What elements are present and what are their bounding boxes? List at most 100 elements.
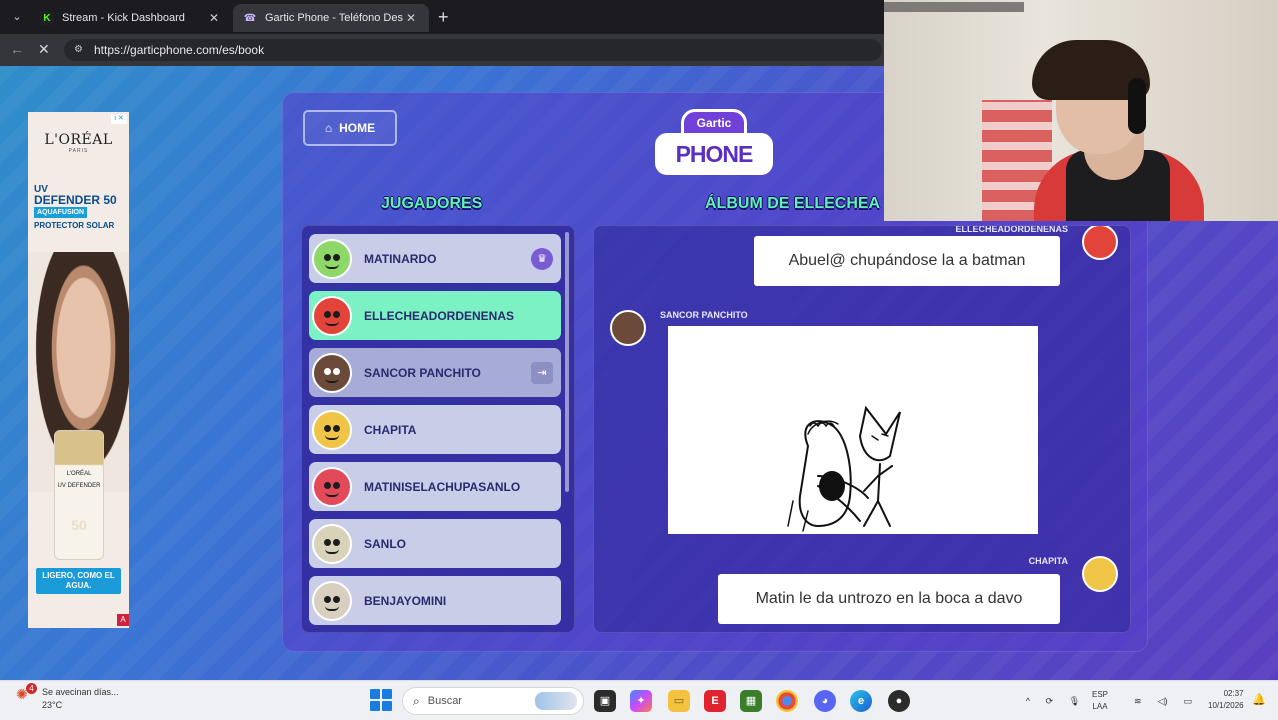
crown-icon: ♛ xyxy=(531,247,553,270)
site-info-icon[interactable]: ⚙ xyxy=(74,44,86,56)
tray-sync-icon[interactable]: ⟳ xyxy=(1046,696,1054,707)
weather-widget[interactable]: ✺ 4 Se avecinan días... 23°C xyxy=(16,683,119,712)
player-row[interactable]: MATINARDO ♛ xyxy=(309,234,561,283)
minecraft-icon[interactable]: ▦ xyxy=(740,690,762,712)
exit-icon: ⇥ xyxy=(531,361,553,384)
logo-main-box: PHONE xyxy=(655,133,773,175)
album-text-entry: Matin le da untrozo en la boca a davo xyxy=(718,574,1060,624)
player-avatar xyxy=(312,580,352,621)
weather-icon: ✺ 4 xyxy=(16,683,37,706)
players-heading: JUGADORES xyxy=(381,195,483,212)
player-avatar xyxy=(312,352,352,393)
home-icon: ⌂ xyxy=(324,121,333,135)
author-avatar xyxy=(1082,556,1118,592)
file-explorer-icon[interactable]: ▭ xyxy=(668,690,690,712)
clock[interactable]: 02:37 10/1/2026 xyxy=(1208,688,1244,712)
wifi-icon: ≋ xyxy=(1134,695,1142,706)
gartic-icon: ☎ xyxy=(243,12,257,24)
clock-date: 10/1/2026 xyxy=(1208,701,1244,710)
home-button[interactable]: ⌂ HOME xyxy=(303,110,397,146)
player-row[interactable]: SANCOR PANCHITO ⇥ xyxy=(309,348,561,397)
url-field[interactable]: ⚙ https://garticphone.com/es/book xyxy=(64,39,882,61)
player-row[interactable]: SANLO xyxy=(309,519,561,568)
player-row[interactable]: MATINISELACHUPASANLO xyxy=(309,462,561,511)
player-row-active[interactable]: ELLECHEADORDENENAS xyxy=(309,291,561,340)
ad-product-title: UV DEFENDER 50 AQUAFUSION PROTECTOR SOLA… xyxy=(34,184,124,231)
player-avatar xyxy=(312,466,352,507)
player-name: CHAPITA xyxy=(364,422,417,437)
edge-icon[interactable]: e xyxy=(850,690,872,712)
windows-start-icon[interactable] xyxy=(370,689,392,711)
weather-badge: 4 xyxy=(26,683,37,694)
players-list[interactable]: MATINARDO ♛ ELLECHEADORDENENAS SANCOR PA… xyxy=(301,225,575,633)
webcam-overlay xyxy=(884,0,1278,221)
tab-label: Stream - Kick Dashboard xyxy=(62,12,185,24)
player-name: ELLECHEADORDENENAS xyxy=(364,308,515,323)
tab-kick-dashboard[interactable]: K Stream - Kick Dashboard ✕ xyxy=(30,4,232,32)
search-icon: ⌕ xyxy=(413,693,420,708)
gartic-phone-logo: Gartic PHONE xyxy=(655,109,773,183)
adchoices-icon[interactable]: A xyxy=(117,614,129,626)
bottle-brand: L'ORÉAL xyxy=(66,471,92,477)
search-highlight-image xyxy=(535,692,577,710)
volume-icon: ◁) xyxy=(1157,695,1168,706)
tray-chevron-icon[interactable]: ^ xyxy=(1026,696,1030,706)
quick-settings[interactable]: ≋ ◁) ▭ xyxy=(1126,681,1200,720)
ad-slogan: LIGERO, COMO EL AGUA. xyxy=(36,568,121,594)
new-tab-plus-icon[interactable]: + xyxy=(438,7,449,28)
mic-icon[interactable]: 🎙 xyxy=(1069,696,1080,707)
tab-close-icon[interactable]: ✕ xyxy=(206,11,222,25)
copilot-icon[interactable]: ✦ xyxy=(630,690,652,712)
kick-icon: K xyxy=(40,11,54,25)
battery-icon: ▭ xyxy=(1183,695,1192,706)
ad-brand-sub: PARIS xyxy=(68,148,89,154)
album-author: CHAPITA xyxy=(1028,556,1068,566)
ad-line3: AQUAFUSION xyxy=(34,207,88,218)
players-scrollbar[interactable] xyxy=(565,232,569,492)
ad-brand: L'ORÉAL xyxy=(44,132,113,148)
bottle-spf: 50 xyxy=(71,517,87,533)
weather-text: Se avecinan días... 23°C xyxy=(42,686,119,712)
discord-icon[interactable]: ◕ xyxy=(814,690,836,712)
tab-search-chevron-icon[interactable]: ⌄ xyxy=(6,6,28,28)
tab-gartic-phone[interactable]: ☎ Gartic Phone - Teléfono Descomp ✕ xyxy=(233,4,429,32)
album-drawing xyxy=(668,326,1038,534)
player-name: SANCOR PANCHITO xyxy=(364,365,481,380)
language-indicator[interactable]: ESP LAA xyxy=(1092,689,1108,713)
author-avatar xyxy=(1082,226,1118,260)
logo-main-text: PHONE xyxy=(675,140,754,167)
notifications-icon[interactable]: 🔔 xyxy=(1250,691,1268,709)
player-name: MATINISELACHUPASANLO xyxy=(364,479,521,494)
player-row[interactable]: BENJAYOMINI xyxy=(309,576,561,625)
stop-loading-icon[interactable]: ✕ xyxy=(38,41,50,58)
chrome-icon[interactable] xyxy=(776,690,798,712)
player-row[interactable]: CHAPITA xyxy=(309,405,561,454)
drawing-canvas xyxy=(787,405,901,532)
player-avatar xyxy=(312,238,352,279)
album-author: SANCOR PANCHITO xyxy=(660,310,748,320)
search-placeholder: Buscar xyxy=(427,695,462,707)
system-tray[interactable]: ^ ⟳ 🎙 xyxy=(1018,681,1088,720)
tab-label: Gartic Phone - Teléfono Descomp xyxy=(265,12,403,24)
url-text: https://garticphone.com/es/book xyxy=(94,43,265,57)
headphones xyxy=(1128,78,1146,134)
taskbar-search[interactable]: ⌕ Buscar xyxy=(402,687,584,715)
weather-temp: 23°C xyxy=(42,700,63,710)
tab-close-icon[interactable]: ✕ xyxy=(403,11,419,25)
app-record-icon[interactable]: ● xyxy=(888,690,910,712)
album-feed[interactable]: ELLECHEADORDENENAS Abuel@ chupándose la … xyxy=(593,225,1131,633)
home-label: HOME xyxy=(339,121,376,135)
weather-headline: Se avecinan días... xyxy=(42,687,119,697)
album-heading: ÁLBUM DE ELLECHEA xyxy=(705,195,881,212)
app-e-icon[interactable]: E xyxy=(704,690,726,712)
clock-time: 02:37 xyxy=(1223,689,1244,698)
ad-info-icon[interactable]: i ✕ xyxy=(111,114,127,124)
back-arrow-icon[interactable]: ← xyxy=(10,41,24,57)
player-name: MATINARDO xyxy=(364,251,437,266)
loreal-ad-banner[interactable]: i ✕ L'ORÉAL PARIS UV DEFENDER 50 AQUAFUS… xyxy=(28,112,129,628)
album-text-entry: Abuel@ chupándose la a batman xyxy=(754,236,1060,286)
player-name: BENJAYOMINI xyxy=(364,593,447,608)
ad-line4: PROTECTOR SOLAR xyxy=(34,221,115,230)
task-view-icon[interactable]: ▣ xyxy=(594,690,616,712)
player-avatar xyxy=(312,409,352,450)
